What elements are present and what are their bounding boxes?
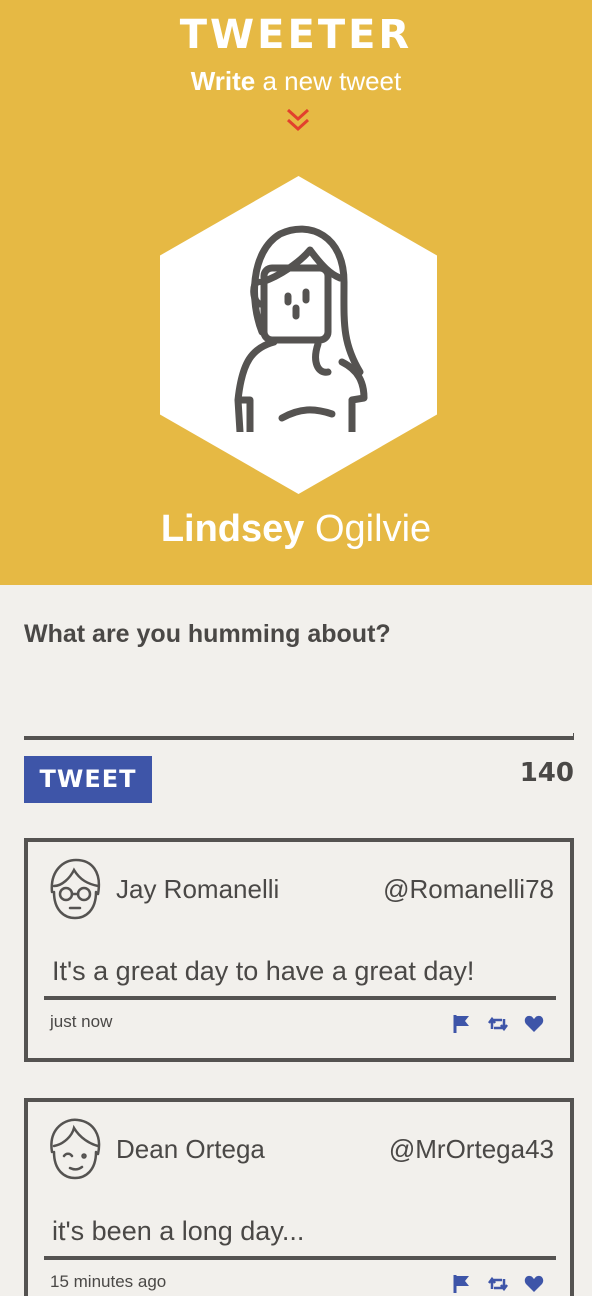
user-avatar-icon — [50, 858, 101, 920]
tweet-author-handle[interactable]: @Romanelli78 — [383, 874, 554, 905]
tweet-timestamp: 15 minutes ago — [50, 1272, 167, 1291]
compose-prompt: What are you humming about? — [24, 620, 391, 648]
app-logo: TWEETER — [179, 12, 413, 58]
retweet-icon[interactable] — [488, 1274, 508, 1294]
user-avatar-icon — [50, 1118, 101, 1180]
first-name: Lindsey — [160, 508, 305, 550]
tweet-button[interactable]: TWEET — [24, 756, 152, 803]
last-name: Ogilvie — [304, 508, 432, 550]
retweet-icon[interactable] — [488, 1014, 508, 1034]
tweet-text: It's a great day to have a great day! — [52, 956, 475, 986]
profile-name: Lindsey Ogilvie — [0, 508, 592, 551]
char-counter: 140 — [519, 758, 574, 788]
subtitle-bold: Write — [190, 66, 256, 96]
tweet-author-name: Jay Romanelli — [116, 874, 280, 904]
page-subtitle: Write a new tweet — [0, 66, 592, 97]
double-chevron-down-icon[interactable] — [284, 106, 312, 134]
compose-section: What are you humming about? TWEET 140 — [24, 620, 574, 803]
flag-icon[interactable] — [452, 1014, 472, 1034]
tweet-author-name: Dean Ortega — [116, 1134, 265, 1164]
resize-handle-icon[interactable] — [568, 733, 574, 739]
tweet-card: Jay Romanelli @Romanelli78 It's a great … — [24, 838, 574, 1062]
heart-icon[interactable] — [524, 1014, 544, 1034]
tweet-divider — [44, 1256, 556, 1260]
avatar — [234, 225, 368, 432]
tweet-actions — [452, 1274, 544, 1294]
tweet-author-handle[interactable]: @MrOrtega43 — [389, 1134, 554, 1165]
subtitle-rest: a new tweet — [255, 66, 402, 96]
tweet-divider — [44, 996, 556, 1000]
tweet-text: it's been a long day... — [52, 1216, 305, 1246]
tweet-timestamp: just now — [50, 1012, 113, 1031]
tweet-actions — [452, 1014, 544, 1034]
flag-icon[interactable] — [452, 1274, 472, 1294]
heart-icon[interactable] — [524, 1274, 544, 1294]
tweet-textarea[interactable] — [24, 668, 574, 740]
profile-header: TWEETER Write a new tweet Lindsey Ogilvi… — [0, 0, 592, 585]
tweet-card: Dean Ortega @MrOrtega43 it's been a long… — [24, 1098, 574, 1296]
